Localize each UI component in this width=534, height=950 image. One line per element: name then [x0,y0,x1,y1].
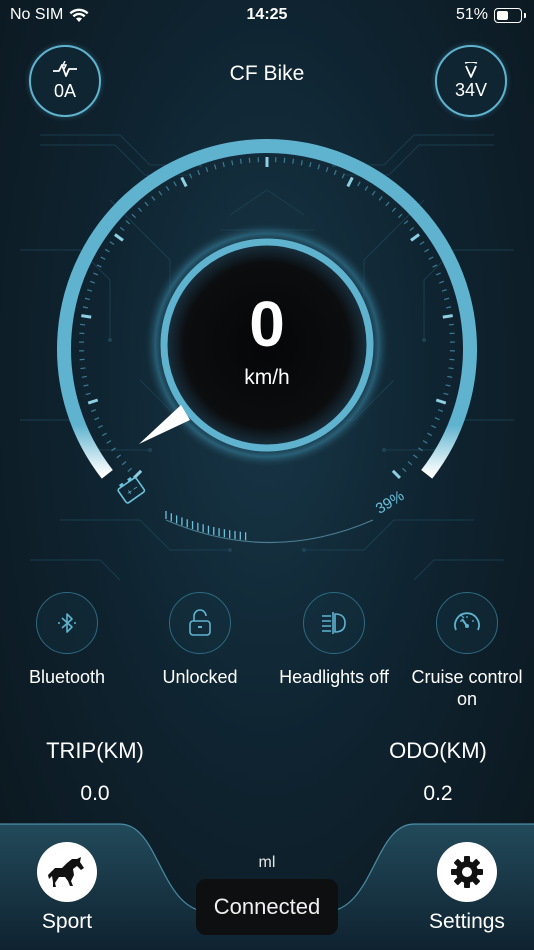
cruise-control-button[interactable]: Cruise control on [400,592,534,710]
trip-stats: TRIP(KM) 0.0 ODO(KM) 0.2 [0,738,534,818]
lock-label: Unlocked [162,667,238,687]
cruise-control-label: Cruise control on [411,667,523,709]
status-right: 51% [455,6,526,24]
headlights-button[interactable]: Headlights off [267,592,401,688]
voltage-v-icon [464,61,478,78]
speed-value: 0 [249,288,285,360]
control-row: Bluetooth Unlocked Headlights off Cruise… [0,592,534,712]
horse-icon [37,842,97,902]
odo-stat: ODO(KM) 0.2 [338,738,534,806]
settings-button[interactable]: Settings [407,842,527,934]
battery-icon: + − [117,476,146,504]
speed-display: 0 km/h [164,242,370,448]
status-bar: No SIM 14:25 51% [0,0,534,32]
gear-icon [437,842,497,902]
trip-label: TRIP(KM) [46,738,144,763]
speedometer-icon [436,592,498,654]
unlocked-padlock-icon [169,592,231,654]
voltage-badge[interactable]: 34V [435,45,507,117]
bluetooth-icon [36,592,98,654]
battery-percent: 51% [455,6,488,23]
trip-value: 0.0 [80,782,110,805]
phone-battery-icon [494,7,526,23]
trip-stat: TRIP(KM) 0.0 [0,738,195,806]
speed-unit: km/h [244,366,290,389]
voltage-value: 34V [454,79,488,100]
headlight-icon [303,592,365,654]
odo-value: 0.2 [423,782,453,805]
headlights-label: Headlights off [279,667,389,687]
bluetooth-button[interactable]: Bluetooth [0,592,134,688]
connection-toast: Connected [196,879,338,935]
battery-gauge: + − [117,476,374,543]
bluetooth-label: Bluetooth [28,667,106,687]
settings-label: Settings [429,910,505,933]
clock: 14:25 [246,6,288,23]
sport-mode-label: Sport [41,910,93,933]
lock-button[interactable]: Unlocked [133,592,267,688]
odo-label: ODO(KM) [389,738,487,763]
